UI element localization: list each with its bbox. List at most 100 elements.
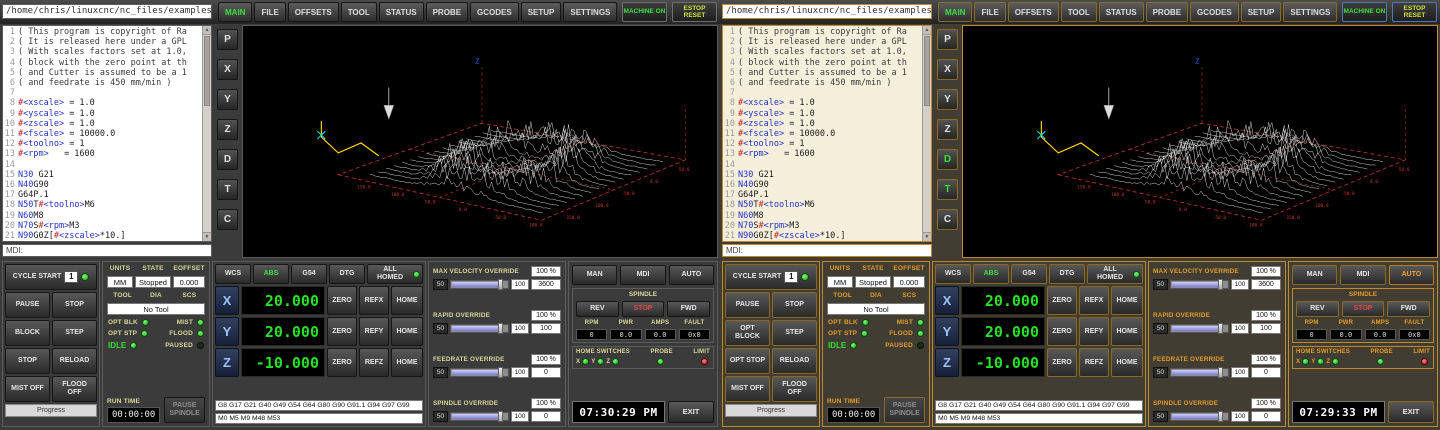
spindle-fwd-button[interactable]: FWD — [667, 301, 710, 317]
refx-button[interactable]: REFX — [359, 286, 389, 315]
side-tab-c[interactable]: C — [937, 209, 958, 230]
side-tab-p[interactable]: P — [217, 29, 238, 50]
axis-x-button[interactable]: X — [215, 286, 239, 315]
side-tab-p[interactable]: P — [937, 29, 958, 50]
scrollbar-thumb[interactable] — [204, 36, 210, 106]
cycle-start-button[interactable]: CYCLE START 1 — [5, 264, 97, 290]
slider-knob[interactable] — [1218, 279, 1223, 290]
spindle-fwd-button[interactable]: FWD — [1387, 301, 1430, 317]
cycle-start-button[interactable]: CYCLE START 1 — [725, 264, 817, 290]
mist-off-button[interactable]: MIST OFF — [5, 376, 50, 402]
spindle-rev-button[interactable]: REV — [576, 301, 619, 317]
machine-on-button[interactable]: MACHINE ON — [622, 2, 667, 22]
auto-mode-button[interactable]: AUTO — [1389, 265, 1434, 285]
home-x-button[interactable]: HOME — [391, 286, 423, 315]
auto-mode-button[interactable]: AUTO — [669, 265, 714, 285]
menu-tab-setup[interactable]: SETUP — [1241, 2, 1282, 22]
home-z-button[interactable]: HOME — [1111, 348, 1143, 377]
spindle-override-slider[interactable] — [1170, 412, 1229, 421]
side-tab-y[interactable]: Y — [217, 89, 238, 110]
menu-tab-tool[interactable]: TOOL — [341, 2, 377, 22]
menu-tab-file[interactable]: FILE — [974, 2, 1005, 22]
estop-reset-button[interactable]: ESTOP RESET — [672, 2, 717, 22]
opt-block-button[interactable]: BLOCK — [5, 320, 50, 346]
scrollbar-thumb[interactable] — [924, 36, 930, 106]
stop-button[interactable]: STOP — [52, 292, 97, 318]
gcode-editor[interactable]: 1( This program is copyright of Ra2( It … — [2, 25, 212, 242]
menu-tab-status[interactable]: STATUS — [1099, 2, 1144, 22]
refy-button[interactable]: REFY — [359, 317, 389, 346]
mdi-mode-button[interactable]: MDI — [620, 265, 665, 285]
refy-button[interactable]: REFY — [1079, 317, 1109, 346]
zero-z-button[interactable]: ZERO — [327, 348, 357, 377]
max-velocity-slider[interactable] — [450, 280, 509, 289]
axis-z-button[interactable]: Z — [935, 348, 959, 377]
axis-y-button[interactable]: Y — [935, 317, 959, 346]
side-tab-t[interactable]: T — [217, 179, 238, 200]
menu-tab-gcodes[interactable]: GCODES — [470, 2, 519, 22]
file-path-field[interactable]: /home/chris/linuxcnc/nc_files/examples/3… — [722, 4, 932, 19]
flood-off-button[interactable]: FLOOD OFF — [772, 376, 817, 402]
pause-button[interactable]: PAUSE — [725, 292, 770, 318]
max-velocity-slider[interactable] — [1170, 280, 1229, 289]
side-tab-x[interactable]: X — [937, 59, 958, 80]
g54-button[interactable]: G54 — [291, 264, 327, 284]
g54-button[interactable]: G54 — [1011, 264, 1047, 284]
exit-button[interactable]: EXIT — [668, 401, 714, 423]
abs-button[interactable]: ABS — [973, 264, 1009, 284]
menu-tab-main[interactable]: MAIN — [218, 2, 252, 22]
scroll-up-icon[interactable]: ▲ — [923, 26, 931, 35]
spindle-rev-button[interactable]: REV — [1296, 301, 1339, 317]
slider-knob[interactable] — [498, 367, 503, 378]
zero-y-button[interactable]: ZERO — [327, 317, 357, 346]
side-tab-t[interactable]: T — [937, 179, 958, 200]
zero-x-button[interactable]: ZERO — [1047, 286, 1077, 315]
menu-tab-offsets[interactable]: OFFSETS — [288, 2, 339, 22]
menu-tab-offsets[interactable]: OFFSETS — [1008, 2, 1059, 22]
slider-knob[interactable] — [1218, 367, 1223, 378]
scroll-down-icon[interactable]: ▼ — [203, 232, 211, 241]
spindle-override-slider[interactable] — [450, 412, 509, 421]
zero-y-button[interactable]: ZERO — [1047, 317, 1077, 346]
side-tab-z[interactable]: Z — [937, 119, 958, 140]
menu-tab-status[interactable]: STATUS — [379, 2, 424, 22]
man-mode-button[interactable]: MAN — [572, 265, 617, 285]
abs-button[interactable]: ABS — [253, 264, 289, 284]
home-x-button[interactable]: HOME — [1111, 286, 1143, 315]
home-y-button[interactable]: HOME — [1111, 317, 1143, 346]
side-tab-y[interactable]: Y — [937, 89, 958, 110]
menu-tab-probe[interactable]: PROBE — [426, 2, 468, 22]
opt-stop-button[interactable]: STOP — [5, 348, 50, 374]
slider-knob[interactable] — [1218, 411, 1223, 422]
step-button[interactable]: STEP — [52, 320, 97, 346]
toolpath-preview[interactable]: Z 150.0100.050.00.0-50.0-100.0-150.0-100… — [242, 25, 718, 258]
pause-button[interactable]: PAUSE — [5, 292, 50, 318]
menu-tab-file[interactable]: FILE — [254, 2, 285, 22]
axis-y-button[interactable]: Y — [215, 317, 239, 346]
machine-on-button[interactable]: MACHINE ON — [1342, 2, 1387, 22]
slider-knob[interactable] — [1218, 323, 1223, 334]
side-tab-d[interactable]: D — [937, 149, 958, 170]
refz-button[interactable]: REFZ — [359, 348, 389, 377]
mdi-input[interactable]: MDI: — [2, 244, 212, 257]
side-tab-d[interactable]: D — [217, 149, 238, 170]
side-tab-c[interactable]: C — [217, 209, 238, 230]
mdi-input[interactable]: MDI: — [722, 244, 932, 257]
gcode-editor[interactable]: 1( This program is copyright of Ra2( It … — [722, 25, 932, 242]
menu-tab-tool[interactable]: TOOL — [1061, 2, 1097, 22]
refx-button[interactable]: REFX — [1079, 286, 1109, 315]
pause-spindle-button[interactable]: PAUSE SPINDLE — [164, 397, 205, 423]
step-button[interactable]: STEP — [772, 320, 817, 346]
spindle-stop-button[interactable]: STOP — [622, 301, 665, 317]
menu-tab-setup[interactable]: SETUP — [521, 2, 562, 22]
menu-tab-main[interactable]: MAIN — [938, 2, 972, 22]
home-y-button[interactable]: HOME — [391, 317, 423, 346]
rapid-override-slider[interactable] — [1170, 324, 1229, 333]
toolpath-preview[interactable]: Z 150.0100.050.00.0-50.0-100.0-150.0-100… — [962, 25, 1438, 258]
editor-scrollbar[interactable]: ▲ ▼ — [202, 26, 211, 241]
axis-x-button[interactable]: X — [935, 286, 959, 315]
axis-z-button[interactable]: Z — [215, 348, 239, 377]
all-homed-button[interactable]: ALL HOMED — [1087, 264, 1143, 284]
side-tab-z[interactable]: Z — [217, 119, 238, 140]
mdi-mode-button[interactable]: MDI — [1340, 265, 1385, 285]
